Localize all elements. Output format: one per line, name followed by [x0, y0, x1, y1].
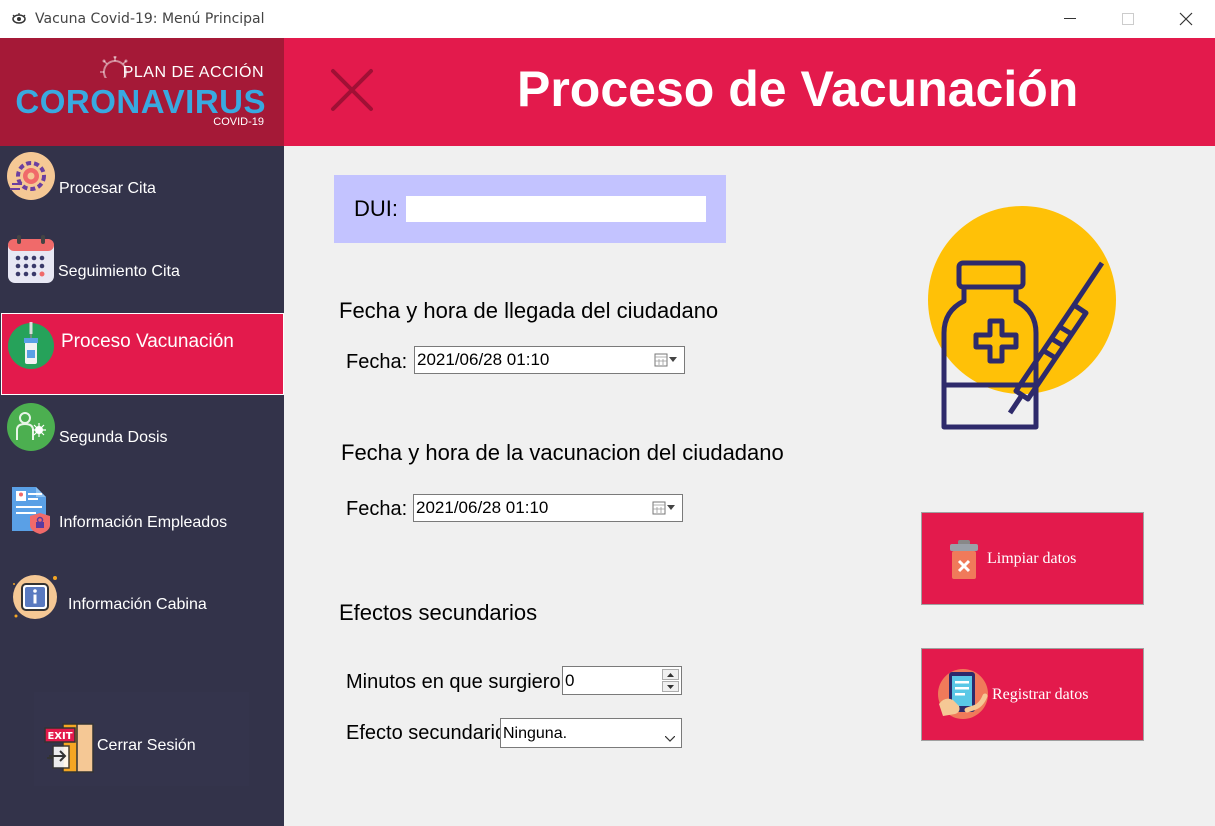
arrival-date-label: Fecha: [346, 351, 408, 373]
sidebar-item-label: Seguimiento Cita [58, 263, 180, 280]
sidebar-item-seguimiento-cita[interactable]: Seguimiento Cita [0, 233, 284, 313]
register-data-label: Registrar datos [992, 686, 1089, 703]
logo: PLAN DE ACCIÓN CORONAVIRUS COVID-19 [0, 38, 284, 146]
side-effect-value: Ninguna. [503, 725, 568, 742]
info-icon [10, 570, 58, 620]
arrival-date-picker[interactable]: 2021/06/28 01:10 [414, 346, 685, 374]
register-data-button[interactable]: Registrar datos [921, 648, 1144, 741]
arrival-date-value: 2021/06/28 01:10 [417, 350, 550, 369]
window-title: Vacuna Covid-19: Menú Principal [35, 11, 265, 27]
stepper-down-icon[interactable] [662, 681, 679, 692]
trash-icon [949, 539, 979, 586]
sidebar: PLAN DE ACCIÓN CORONAVIRUS COVID-19 Proc… [0, 38, 284, 826]
sidebar-item-proceso-vacunacion[interactable]: Proceso Vacunación [1, 313, 284, 395]
svg-text:EXIT: EXIT [47, 731, 72, 742]
sidebar-item-label: Información Cabina [68, 596, 207, 613]
close-window-button[interactable] [1157, 0, 1215, 38]
maximize-button [1099, 0, 1157, 38]
vaccination-heading: Fecha y hora de la vacunacion del ciudad… [341, 440, 784, 465]
sidebar-item-label: Proceso Vacunación [61, 331, 234, 352]
sidebar-item-informacion-cabina[interactable]: Información Cabina [0, 568, 284, 648]
logout-label: Cerrar Sesión [97, 737, 196, 754]
vaccine-illustration-icon [926, 205, 1116, 445]
app-icon [11, 12, 27, 31]
sidebar-item-label: Procesar Cita [59, 180, 156, 197]
calendar-dropdown-icon[interactable] [652, 500, 676, 520]
vaccination-date-label: Fecha: [346, 498, 408, 520]
header: Proceso de Vacunación [284, 38, 1215, 146]
side-effect-label: Efecto secundario [346, 722, 500, 744]
patient-icon [7, 402, 55, 452]
vaccination-date-picker[interactable]: 2021/06/28 01:10 [413, 494, 683, 522]
vaccination-date-value: 2021/06/28 01:10 [416, 498, 549, 517]
logo-line1: PLAN DE ACCIÓN [122, 64, 264, 81]
vaccine-vial-icon [7, 320, 55, 370]
calendar-dropdown-icon[interactable] [654, 352, 678, 372]
stepper-up-icon[interactable] [662, 669, 679, 680]
sidebar-item-procesar-cita[interactable]: Procesar Cita [0, 150, 284, 230]
sidebar-item-informacion-empleados[interactable]: Información Empleados [0, 483, 284, 563]
clear-data-button[interactable]: Limpiar datos [921, 512, 1144, 605]
tablet-hand-icon [937, 666, 989, 727]
dui-panel: DUI: [334, 175, 726, 243]
logo-line3: COVID-19 [213, 116, 264, 128]
clear-data-label: Limpiar datos [987, 550, 1077, 567]
arrival-heading: Fecha y hora de llegada del ciudadano [339, 298, 719, 323]
gear-icon [6, 150, 55, 200]
sidebar-item-label: Información Empleados [59, 514, 228, 531]
minutes-value: 0 [565, 671, 575, 690]
minimize-button[interactable] [1041, 0, 1099, 38]
calendar-icon [6, 233, 54, 283]
side-effects-heading: Efectos secundarios [339, 600, 538, 625]
logout-button[interactable]: EXIT Cerrar Sesión [34, 692, 249, 786]
close-icon[interactable] [330, 68, 374, 117]
page-title: Proceso de Vacunación [517, 61, 1079, 117]
sidebar-item-label: Segunda Dosis [59, 429, 168, 446]
dui-label: DUI: [354, 196, 398, 221]
sidebar-item-segunda-dosis[interactable]: Segunda Dosis [0, 398, 284, 478]
chevron-down-icon [664, 729, 676, 747]
dui-input[interactable] [406, 196, 706, 222]
employee-document-icon [8, 485, 56, 535]
side-effect-select[interactable]: Ninguna. [500, 718, 682, 748]
exit-door-icon: EXIT [43, 722, 95, 779]
minutes-stepper[interactable]: 0 [562, 666, 682, 695]
minutes-label: Minutos en que surgieron [346, 671, 562, 693]
title-bar: Vacuna Covid-19: Menú Principal [0, 0, 1215, 39]
